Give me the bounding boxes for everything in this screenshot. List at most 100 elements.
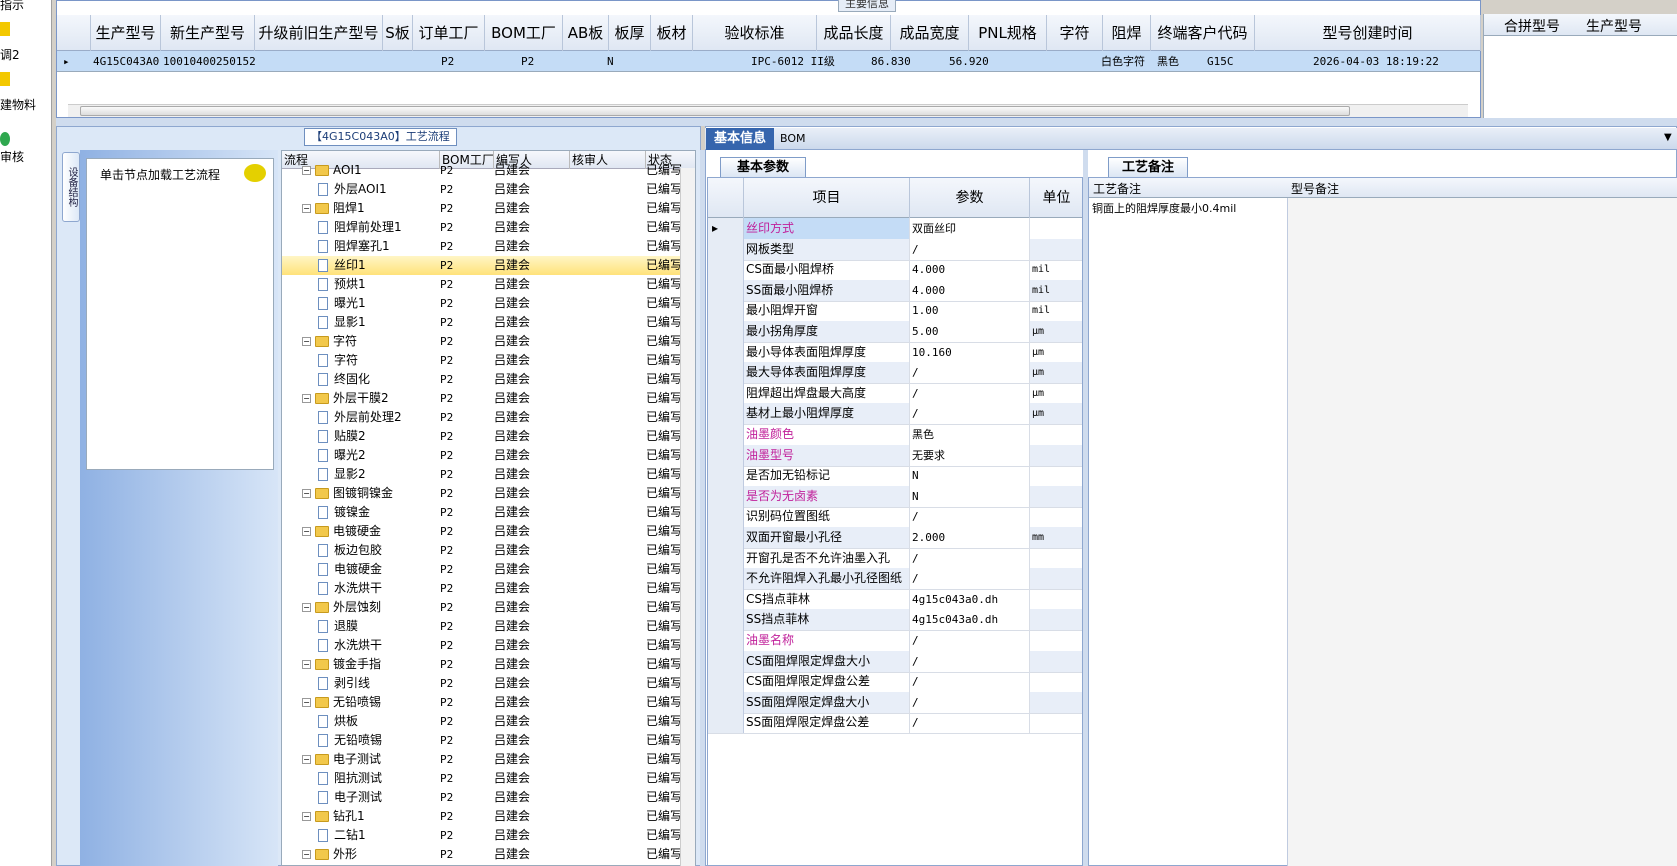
row-selector[interactable] <box>708 506 744 528</box>
param-value[interactable]: 双面丝印 <box>910 218 1030 239</box>
tree-node[interactable]: 剥引线 <box>318 674 440 693</box>
cell[interactable]: 56.920 <box>947 51 989 72</box>
tree-node[interactable]: − 电子测试 <box>302 750 440 769</box>
col-header[interactable]: 工艺备注 <box>1093 180 1141 197</box>
tree-row[interactable]: 二钻1 P2 吕建会 已编写 <box>282 826 695 845</box>
row-selector[interactable] <box>708 424 744 445</box>
tree-row[interactable]: − 钻孔1 P2 吕建会 已编写 <box>282 807 695 826</box>
param-value[interactable]: N <box>910 485 1030 507</box>
col-header[interactable]: 订单工厂 <box>413 15 485 51</box>
col-header[interactable]: S板 <box>383 15 413 51</box>
tree-row[interactable]: 阻焊塞孔1 P2 吕建会 已编写 <box>282 237 695 256</box>
param-row[interactable]: 基材上最小阻焊厚度 / μm <box>708 403 1082 426</box>
col-header[interactable]: PNL规格 <box>969 15 1047 51</box>
tree-row[interactable]: 显影2 P2 吕建会 已编写 <box>282 465 695 484</box>
tab-basic-info[interactable]: 基本信息 <box>706 128 774 150</box>
param-row[interactable]: 网板类型 / <box>708 238 1082 261</box>
tree-row[interactable]: − 电镀硬金 P2 吕建会 已编写 <box>282 522 695 541</box>
param-row[interactable]: 开窗孔是否不允许油墨入孔 / <box>708 547 1082 570</box>
row-selector[interactable] <box>708 650 744 672</box>
tree-node[interactable]: 阻抗测试 <box>318 769 440 788</box>
param-row[interactable]: 最小阻焊开窗 1.00 mil <box>708 300 1082 323</box>
tree-node[interactable]: 显影2 <box>318 465 440 484</box>
side-tab[interactable]: 设备结构 <box>62 152 80 222</box>
tree-row[interactable]: 外层前处理2 P2 吕建会 已编写 <box>282 408 695 427</box>
col-header[interactable]: 升级前旧生产型号 <box>255 15 383 51</box>
param-value[interactable]: / <box>910 403 1030 425</box>
param-value[interactable]: 4.000 <box>910 279 1030 301</box>
row-selector[interactable] <box>708 630 744 651</box>
tree-row[interactable]: − 字符 P2 吕建会 已编写 <box>282 332 695 351</box>
tree-node[interactable]: − 字符 <box>302 332 440 351</box>
param-value[interactable]: / <box>910 712 1030 734</box>
col-header[interactable]: 单位 <box>1030 178 1082 218</box>
collapse-icon[interactable]: − <box>302 603 311 612</box>
col-header[interactable]: 验收标准 <box>693 15 817 51</box>
param-value[interactable]: 5.00 <box>910 321 1030 342</box>
param-value[interactable]: / <box>910 568 1030 590</box>
col-header[interactable]: 生产型号 <box>91 15 161 51</box>
tree-node[interactable]: − 外形 <box>302 845 440 864</box>
tree-node[interactable]: 贴膜2 <box>318 427 440 446</box>
col-header[interactable]: 型号备注 <box>1291 180 1339 197</box>
row-selector[interactable] <box>708 300 744 322</box>
param-value[interactable]: 4.000 <box>910 259 1030 281</box>
model-note[interactable] <box>1288 198 1677 866</box>
cell[interactable]: P2 <box>439 51 454 72</box>
tree-row[interactable]: 显影1 P2 吕建会 已编写 <box>282 313 695 332</box>
tree-row[interactable]: 电子测试 P2 吕建会 已编写 <box>282 788 695 807</box>
nav-item-2[interactable]: 调2 <box>0 46 20 63</box>
param-value[interactable]: 无要求 <box>910 444 1030 466</box>
param-row[interactable]: CS面最小阻焊桥 4.000 mil <box>708 259 1082 282</box>
param-value[interactable]: / <box>910 238 1030 260</box>
param-value[interactable]: 2.000 <box>910 527 1030 548</box>
tree-node[interactable]: 显影1 <box>318 313 440 332</box>
tree-node[interactable]: − 阻焊1 <box>302 199 440 218</box>
tree-node[interactable]: − 无铅喷锡 <box>302 693 440 712</box>
tree-row[interactable]: − 外层蚀刻 P2 吕建会 已编写 <box>282 598 695 617</box>
tree-node[interactable]: 水洗烘干 <box>318 636 440 655</box>
row-selector[interactable] <box>708 259 744 281</box>
tree-row[interactable]: 预烘1 P2 吕建会 已编写 <box>282 275 695 294</box>
param-value[interactable]: / <box>910 650 1030 672</box>
tree-node[interactable]: 无铅喷锡 <box>318 731 440 750</box>
tree-row[interactable]: 曝光2 P2 吕建会 已编写 <box>282 446 695 465</box>
param-value[interactable]: / <box>910 671 1030 693</box>
tab-bom[interactable]: BOM <box>780 128 820 150</box>
tree-node[interactable]: − AOI1 <box>302 161 440 180</box>
tree-row[interactable]: 贴膜2 P2 吕建会 已编写 <box>282 427 695 446</box>
col-header[interactable]: 阻焊 <box>1103 15 1151 51</box>
tree-row[interactable]: − 无铅喷锡 P2 吕建会 已编写 <box>282 693 695 712</box>
tree-row[interactable]: 水洗烘干 P2 吕建会 已编写 <box>282 579 695 598</box>
param-row[interactable]: 最小导体表面阻焊厚度 10.160 μm <box>708 341 1082 364</box>
tree-node[interactable]: − 电镀硬金 <box>302 522 440 541</box>
param-value[interactable]: / <box>910 362 1030 384</box>
row-selector[interactable] <box>708 238 744 260</box>
collapse-icon[interactable]: − <box>302 850 311 859</box>
param-row[interactable]: CS挡点菲林 4g15c043a0.dh <box>708 588 1082 611</box>
row-selector[interactable] <box>708 568 744 590</box>
param-value[interactable]: / <box>910 382 1030 404</box>
collapse-icon[interactable]: − <box>302 698 311 707</box>
col-header[interactable]: 参数 <box>910 178 1030 218</box>
process-note[interactable]: 铜面上的阻焊厚度最小0.4mil <box>1089 198 1287 220</box>
tree-node[interactable]: 外层前处理2 <box>318 408 440 427</box>
cell[interactable]: 86.830 <box>869 51 911 72</box>
tree-row[interactable]: 电镀硬金 P2 吕建会 已编写 <box>282 560 695 579</box>
row-selector[interactable] <box>708 485 744 507</box>
row-selector[interactable] <box>708 341 744 363</box>
tree-node[interactable]: 丝印1 <box>318 256 440 275</box>
param-row[interactable]: SS面阻焊限定焊盘大小 / <box>708 691 1082 714</box>
col-header[interactable]: 新生产型号 <box>161 15 255 51</box>
cell[interactable]: 2026-04-03 18:19:22 <box>1311 51 1439 72</box>
tree-row[interactable]: 曝光1 P2 吕建会 已编写 <box>282 294 695 313</box>
param-row[interactable]: SS面最小阻焊桥 4.000 mil <box>708 279 1082 302</box>
tree-row[interactable]: − 阻焊1 P2 吕建会 已编写 <box>282 199 695 218</box>
param-row[interactable]: 最大导体表面阻焊厚度 / μm <box>708 362 1082 385</box>
cell[interactable]: IPC-6012 II级 <box>749 51 835 72</box>
collapse-icon[interactable]: − <box>302 489 311 498</box>
col-header[interactable]: 合拼型号 <box>1504 16 1560 36</box>
param-row[interactable]: 是否加无铅标记 N <box>708 465 1082 488</box>
tree-row[interactable]: 终固化 P2 吕建会 已编写 <box>282 370 695 389</box>
row-selector[interactable] <box>708 547 744 569</box>
